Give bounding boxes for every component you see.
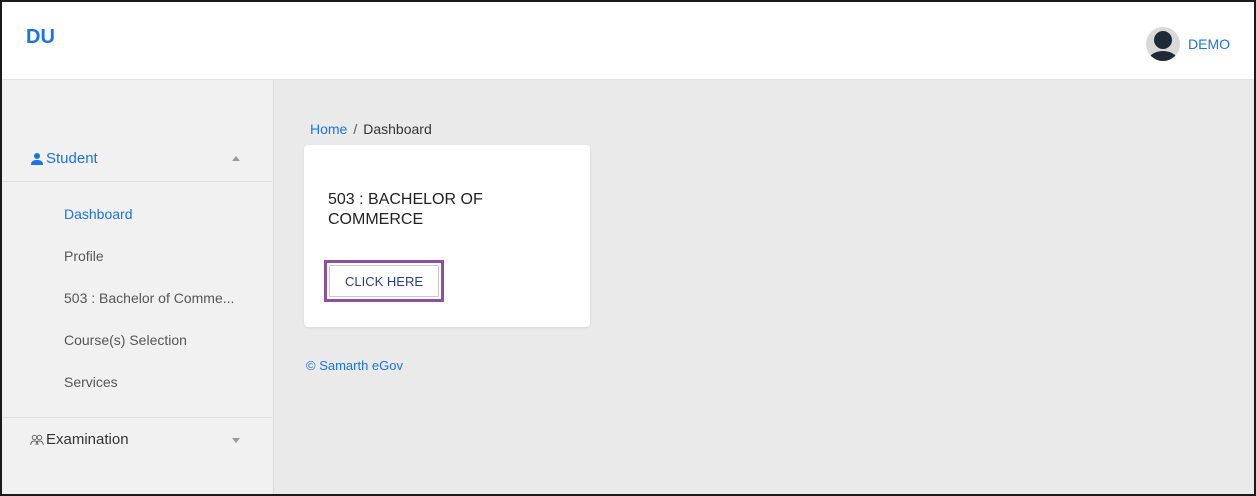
click-here-button-label: CLICK HERE: [329, 265, 439, 297]
click-here-button[interactable]: CLICK HERE: [324, 260, 444, 302]
breadcrumb: Home / Dashboard: [310, 121, 432, 137]
sidebar-section-student[interactable]: Student: [2, 136, 272, 182]
breadcrumb-current: Dashboard: [363, 121, 432, 137]
sidebar-section-student-label: Student: [46, 150, 98, 167]
brand-logo[interactable]: DU: [26, 26, 55, 49]
sidebar-item-profile[interactable]: Profile: [2, 235, 254, 277]
sidebar-item-program[interactable]: 503 : Bachelor of Comme...: [2, 277, 254, 319]
sidebar-section-examination[interactable]: Examination: [2, 417, 272, 461]
sidebar-item-services[interactable]: Services: [2, 361, 254, 403]
sidebar-item-course-selection[interactable]: Course(s) Selection: [2, 319, 254, 361]
breadcrumb-home-link[interactable]: Home: [310, 121, 347, 137]
app-window: DU DEMO Student Dashboard Profile 503: …: [0, 0, 1256, 496]
user-name: DEMO: [1188, 36, 1230, 52]
student-menu: Dashboard Profile 503 : Bachelor of Comm…: [2, 193, 272, 403]
users-icon: [30, 434, 44, 445]
program-card-title: 503 : BACHELOR OF COMMERCE: [328, 191, 483, 228]
sidebar-item-dashboard[interactable]: Dashboard: [2, 193, 254, 235]
user-icon: [31, 152, 43, 165]
user-menu[interactable]: DEMO: [1146, 26, 1230, 62]
program-card: 503 : BACHELOR OF COMMERCE CLICK HERE: [304, 145, 590, 327]
sidebar: Student Dashboard Profile 503 : Bachelor…: [2, 80, 274, 494]
top-header: DU DEMO: [2, 2, 1254, 80]
chevron-up-icon: [232, 156, 240, 161]
footer-link[interactable]: © Samarth eGov: [306, 358, 403, 373]
user-avatar-icon: [1146, 27, 1180, 61]
sidebar-section-examination-label: Examination: [46, 431, 129, 448]
breadcrumb-separator: /: [353, 121, 358, 137]
chevron-down-icon: [232, 438, 240, 443]
